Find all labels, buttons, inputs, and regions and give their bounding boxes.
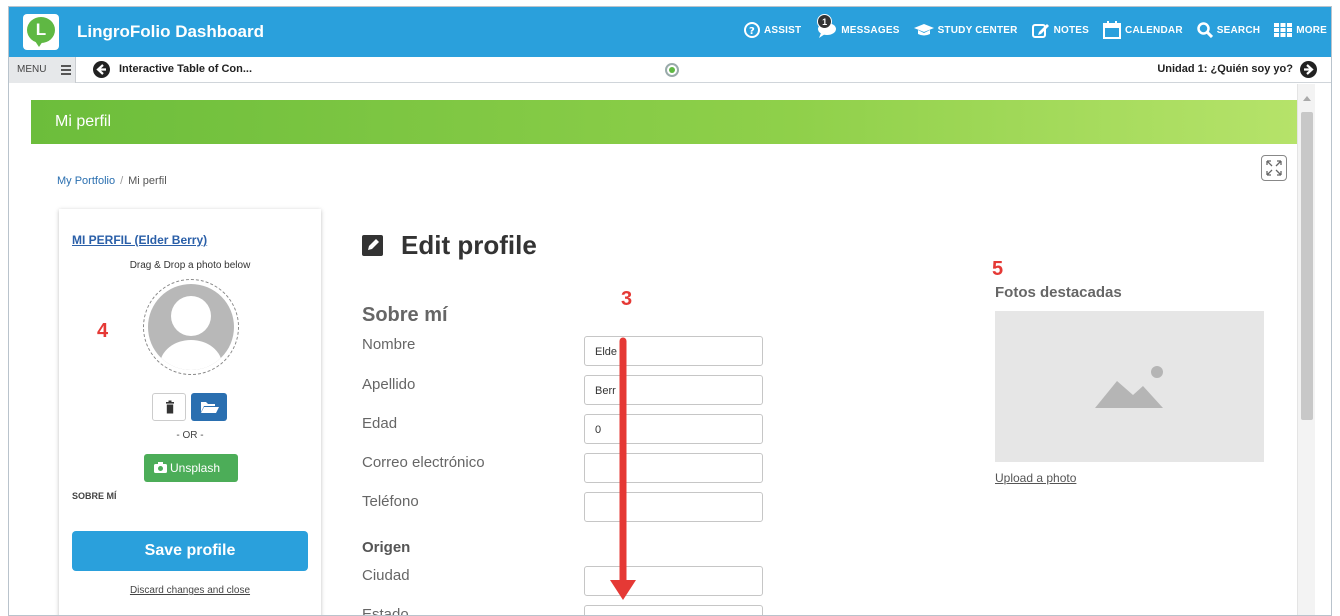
main-content: Mi perfil My Portfolio / Mi perfil MI PERF… <box>9 84 1297 615</box>
browser-frame: L LingroFolio Dashboard ? ASSIST 1 MESSA… <box>8 6 1332 616</box>
nav-search[interactable]: SEARCH <box>1197 22 1260 38</box>
hamburger-icon <box>61 65 71 77</box>
nav-calendar-label: CALENDAR <box>1125 24 1183 36</box>
red-down-arrow <box>610 337 636 600</box>
nav-messages-label: MESSAGES <box>841 24 900 36</box>
nav-more[interactable]: MORE <box>1274 23 1327 37</box>
question-circle-icon: ? <box>743 22 760 38</box>
nav-calendar[interactable]: CALENDAR <box>1103 21 1183 39</box>
vertical-scrollbar[interactable] <box>1297 84 1315 615</box>
logo-letter: L <box>35 20 47 39</box>
nav-messages[interactable]: 1 MESSAGES <box>815 14 900 38</box>
nav-assist-label: ASSIST <box>763 24 802 36</box>
unit-title[interactable]: Unidad 1: ¿Quién soy yo? <box>1157 63 1293 75</box>
nav-assist[interactable]: ? ASSIST <box>743 22 802 38</box>
top-navigation-bar: L LingroFolio Dashboard ? ASSIST 1 MESSA… <box>9 7 1331 57</box>
app-logo[interactable]: L <box>23 14 59 50</box>
search-icon <box>1197 22 1213 38</box>
nav-search-label: SEARCH <box>1216 24 1261 36</box>
top-nav-menu: ? ASSIST 1 MESSAGES STUDY CENTER NOTES C… <box>743 14 1327 39</box>
scroll-thumb[interactable] <box>1301 112 1313 420</box>
scroll-up-arrow-icon[interactable] <box>1303 96 1311 101</box>
back-arrow-icon[interactable] <box>93 61 110 78</box>
menu-button[interactable]: MENU <box>9 57 76 83</box>
nav-more-label: MORE <box>1296 24 1327 36</box>
nav-notes[interactable]: NOTES <box>1031 22 1090 38</box>
secondary-bar: MENU Interactive Table of Con... Unidad … <box>9 57 1331 83</box>
nav-study-center-label: STUDY CENTER <box>937 24 1018 36</box>
progress-indicator <box>665 63 679 77</box>
grid-icon <box>1274 23 1293 37</box>
forward-arrow-icon[interactable] <box>1300 61 1317 78</box>
calendar-icon <box>1103 21 1122 39</box>
graduation-cap-icon <box>913 24 934 36</box>
table-of-contents-link[interactable]: Interactive Table of Con... <box>119 63 252 75</box>
nav-notes-label: NOTES <box>1053 24 1090 36</box>
edit-note-icon <box>1031 24 1049 38</box>
nav-study-center[interactable]: STUDY CENTER <box>913 22 1018 38</box>
app-title: LingroFolio Dashboard <box>77 22 264 41</box>
svg-text:?: ? <box>749 26 755 37</box>
menu-label: MENU <box>17 64 47 75</box>
